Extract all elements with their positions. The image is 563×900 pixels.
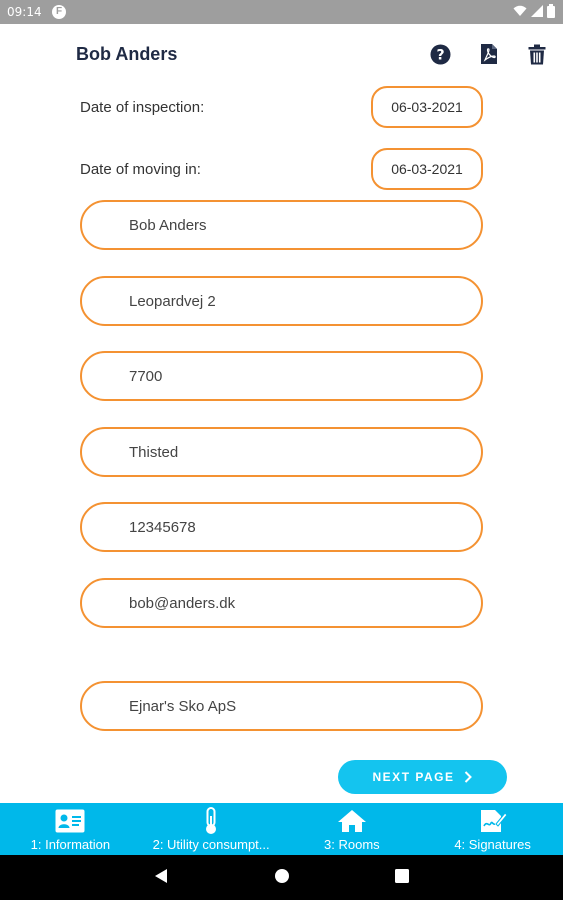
- inspection-date-field[interactable]: 06-03-2021: [371, 86, 483, 128]
- thermometer-icon: [203, 807, 219, 834]
- id-card-icon: [55, 808, 85, 834]
- zip-field[interactable]: 7700: [80, 351, 483, 401]
- page-title: Bob Anders: [76, 44, 178, 64]
- status-bar: 09:14 F: [0, 0, 563, 24]
- home-button-icon[interactable]: [274, 868, 290, 884]
- tab-information-label: 1: Information: [30, 837, 111, 852]
- chevron-right-icon: [465, 771, 473, 783]
- inspection-date-label: Date of inspection:: [80, 99, 205, 116]
- recents-icon[interactable]: [395, 869, 409, 883]
- phone-field[interactable]: 12345678: [80, 502, 483, 552]
- signal-icon: [531, 5, 543, 17]
- system-navigation-bar: [0, 855, 563, 900]
- email-field[interactable]: bob@anders.dk: [80, 578, 483, 628]
- app-notification-icon: F: [52, 5, 66, 19]
- tab-rooms-label: 3: Rooms: [324, 837, 380, 852]
- moving-date-label: Date of moving in:: [80, 161, 201, 178]
- status-time: 09:14: [7, 5, 42, 19]
- help-icon[interactable]: ?: [428, 42, 452, 66]
- tab-utility-label: 2: Utility consumpt...: [152, 837, 270, 852]
- pdf-icon[interactable]: [477, 42, 501, 66]
- name-field[interactable]: Bob Anders: [80, 200, 483, 250]
- wifi-icon: [513, 5, 527, 16]
- tab-information[interactable]: 1: Information: [0, 803, 141, 855]
- city-field[interactable]: Thisted: [80, 427, 483, 477]
- bottom-navigation: 1: Information 2: Utility consumpt... 3:…: [0, 803, 563, 855]
- home-icon: [337, 808, 367, 834]
- svg-text:?: ?: [436, 47, 444, 63]
- address-field[interactable]: Leopardvej 2: [80, 276, 483, 326]
- moving-date-field[interactable]: 06-03-2021: [371, 148, 483, 190]
- signature-icon: [479, 808, 507, 834]
- trash-icon[interactable]: [525, 42, 549, 66]
- tab-signatures-label: 4: Signatures: [454, 837, 531, 852]
- company-field[interactable]: Ejnar's Sko ApS: [80, 681, 483, 731]
- next-page-button[interactable]: NEXT PAGE: [338, 760, 507, 794]
- status-indicators: [513, 4, 555, 18]
- tab-rooms[interactable]: 3: Rooms: [282, 803, 423, 855]
- back-icon[interactable]: [154, 868, 168, 884]
- next-page-label: NEXT PAGE: [372, 770, 455, 784]
- battery-icon: [547, 4, 555, 18]
- tab-utility-consumption[interactable]: 2: Utility consumpt...: [141, 803, 282, 855]
- tab-signatures[interactable]: 4: Signatures: [422, 803, 563, 855]
